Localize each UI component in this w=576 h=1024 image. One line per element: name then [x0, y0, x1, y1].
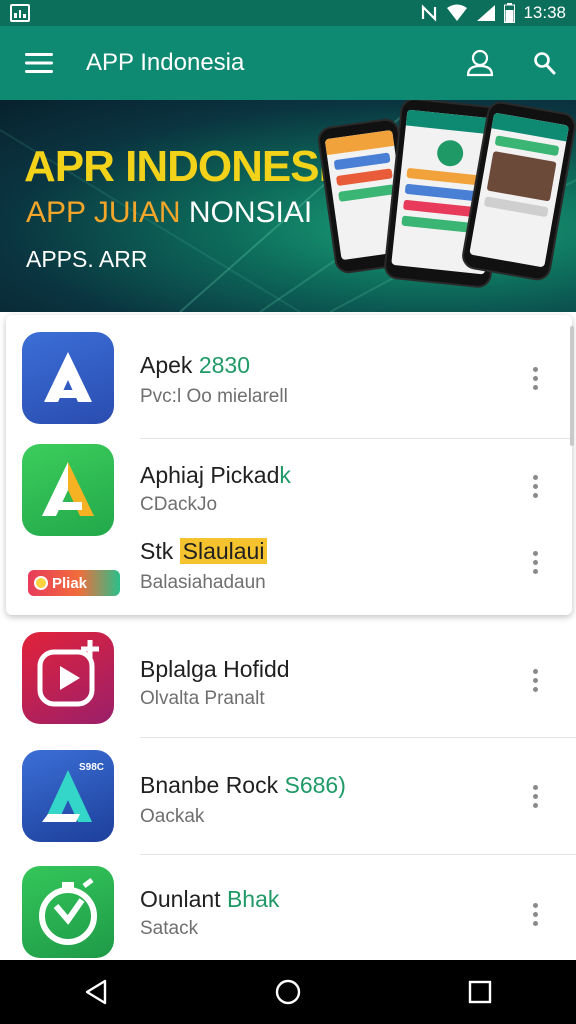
more-options-button[interactable] — [524, 542, 546, 582]
menu-button[interactable] — [0, 26, 78, 100]
app-title: Aphiaj Pickadk — [140, 462, 291, 488]
list-item[interactable]: Pliak Stk Slaulaui Balasiahadaun — [0, 530, 576, 640]
more-options-button[interactable] — [524, 466, 546, 506]
more-options-button[interactable] — [524, 358, 546, 398]
battery-icon — [504, 3, 516, 23]
more-options-button[interactable] — [524, 776, 546, 816]
back-icon — [85, 979, 107, 1005]
profile-button[interactable] — [448, 26, 512, 100]
list-item[interactable]: Apek 2830 Pvc:l Oo mielarell — [0, 330, 576, 440]
more-options-button[interactable] — [524, 660, 546, 700]
app-icon-label: S98C — [78, 762, 104, 773]
stopwatch-icon — [22, 866, 114, 958]
app-title: Bplalga Hofidd — [140, 656, 290, 682]
recents-button[interactable] — [440, 960, 520, 1024]
recents-icon — [468, 980, 492, 1004]
app-subtitle: CDackJo — [140, 494, 218, 515]
list-item[interactable]: Ounlant Bhak Satack — [0, 862, 576, 972]
status-time: 13:38 — [523, 3, 566, 22]
list-item[interactable]: S98C Bnanbe Rock S686) Oackak — [0, 746, 576, 856]
banner-caption: APPS. ARR — [26, 246, 148, 272]
list-item[interactable]: Bplalga Hofidd Olvalta Pranalt — [0, 628, 576, 738]
profile-icon — [466, 49, 494, 77]
divider — [140, 854, 576, 855]
arrow-a-blue-icon — [22, 332, 114, 424]
app-title: Ounlant Bhak — [140, 886, 280, 912]
app-title: Bnanbe Rock S686) — [140, 772, 346, 798]
badge-dot-icon — [34, 576, 48, 590]
app-title: Stk Slaulaui — [140, 538, 268, 565]
wifi-icon — [447, 4, 468, 21]
divider — [140, 737, 576, 738]
app-subtitle: Pvc:l Oo mielarell — [140, 386, 288, 407]
video-play-icon — [22, 632, 114, 724]
app-title: Apek 2830 — [140, 352, 250, 378]
app-subtitle: Oackak — [140, 806, 205, 827]
promo-badge: Pliak — [28, 570, 120, 596]
search-button[interactable] — [512, 26, 576, 100]
arrow-a-green-icon — [22, 444, 114, 536]
promo-banner[interactable]: APR INDONESIA APP JUIAN NONSIAI APPS. AR… — [0, 100, 576, 312]
banner-headline: APR INDONESIA — [24, 142, 362, 191]
image-icon — [10, 4, 30, 22]
app-subtitle: Olvalta Pranalt — [140, 688, 265, 709]
system-nav-bar — [0, 960, 576, 1024]
search-icon — [534, 52, 556, 75]
nfc-icon — [422, 4, 437, 22]
app-bar: APP Indonesia — [0, 26, 576, 100]
app-subtitle: Balasiahadaun — [140, 572, 266, 593]
app-subtitle: Satack — [140, 918, 199, 939]
back-button[interactable] — [56, 960, 136, 1024]
home-button[interactable] — [248, 960, 328, 1024]
arrow-a-cyan-icon: S98C — [22, 750, 114, 842]
more-options-button[interactable] — [524, 894, 546, 934]
home-icon — [275, 979, 301, 1005]
menu-icon — [25, 53, 53, 73]
app-title: APP Indonesia — [86, 49, 245, 76]
signal-icon — [477, 5, 496, 21]
divider — [140, 438, 570, 439]
banner-subheadline: APP JUIAN NONSIAI — [26, 196, 313, 229]
status-bar: 13:38 — [0, 0, 576, 26]
